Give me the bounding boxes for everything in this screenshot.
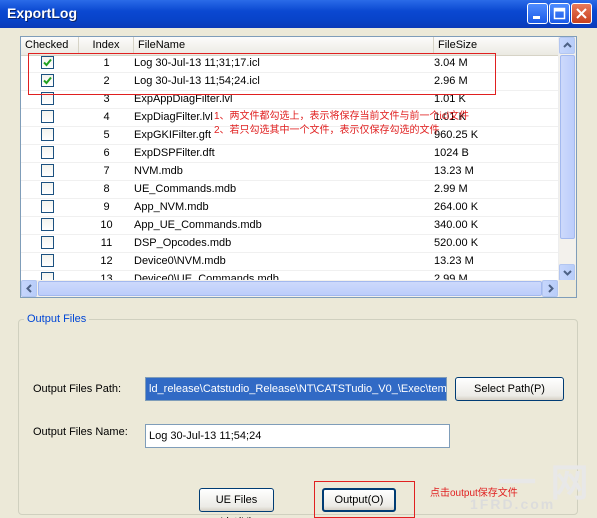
row-checkbox[interactable] [41, 236, 54, 249]
row-index: 10 [100, 219, 113, 231]
row-filename: App_NVM.mdb [134, 201, 209, 213]
col-checked[interactable]: Checked [21, 37, 79, 54]
row-filesize: 2.99 M [434, 183, 468, 195]
row-filename: Device0\NVM.mdb [134, 255, 226, 267]
horizontal-scrollbar[interactable] [21, 280, 559, 297]
chevron-up-icon [563, 42, 572, 48]
output-name-field[interactable]: Log 30-Jul-13 11;54;24 [145, 424, 450, 448]
chevron-right-icon [548, 284, 554, 293]
row-filesize: 960.25 K [434, 129, 479, 141]
scroll-corner [559, 280, 576, 297]
table-row[interactable]: 8 UE_Commands.mdb 2.99 M [21, 181, 559, 199]
minimize-button[interactable] [527, 3, 548, 24]
close-icon [576, 8, 587, 19]
scroll-left-button[interactable] [21, 280, 37, 297]
row-filesize: 264.00 K [434, 201, 479, 213]
annotation-box-output [314, 481, 415, 518]
row-filename: NVM.mdb [134, 165, 183, 177]
row-filename: App_UE_Commands.mdb [134, 219, 262, 231]
annotation-note-2: 2、若只勾选其中一个文件，表示仅保存勾选的文件 [214, 125, 440, 136]
row-checkbox[interactable] [41, 200, 54, 213]
row-checkbox[interactable] [41, 110, 54, 123]
row-index: 11 [100, 237, 113, 249]
row-checkbox[interactable] [41, 254, 54, 267]
output-name-label: Output Files Name: [33, 426, 128, 438]
output-files-title: Output Files [24, 313, 90, 325]
ue-files-list-button[interactable]: UE Files List(U) [199, 488, 274, 518]
table-row[interactable]: 12 Device0\NVM.mdb 13.23 M [21, 253, 559, 271]
row-index: 12 [100, 255, 113, 267]
select-path-button[interactable]: Select Path(P) [455, 377, 564, 401]
maximize-icon [553, 7, 566, 20]
table-row[interactable]: 6 ExpDSPFilter.dft 1024 B [21, 145, 559, 163]
row-filesize: 13.23 M [434, 165, 474, 177]
row-checkbox[interactable] [41, 128, 54, 141]
row-filename: DSP_Opcodes.mdb [134, 237, 232, 249]
row-filesize: 520.00 K [434, 237, 479, 249]
annotation-box-rows [28, 53, 496, 95]
annotation-note-1: 1、两文件都勾选上，表示将保存当前文件与前一个icl文件 [214, 111, 470, 122]
window-title: ExportLog [7, 5, 77, 21]
table-row[interactable]: 9 App_NVM.mdb 264.00 K [21, 199, 559, 217]
chevron-left-icon [26, 284, 32, 293]
row-index: 9 [103, 201, 110, 213]
row-filesize: 1024 B [434, 147, 469, 159]
row-checkbox[interactable] [41, 146, 54, 159]
row-checkbox[interactable] [41, 182, 54, 195]
scroll-up-button[interactable] [559, 37, 575, 54]
row-checkbox[interactable] [41, 164, 54, 177]
horizontal-scroll-thumb[interactable] [38, 281, 542, 296]
col-filename[interactable]: FileName [134, 37, 434, 54]
vertical-scrollbar[interactable] [558, 37, 576, 281]
chevron-down-icon [563, 270, 572, 276]
col-index[interactable]: Index [79, 37, 134, 54]
output-path-field[interactable]: ld_release\Catstudio_Release\NT\CATSTudi… [145, 377, 447, 401]
row-index: 4 [103, 111, 110, 123]
row-index: 8 [103, 183, 110, 195]
title-bar[interactable]: ExportLog [0, 0, 597, 28]
output-path-label: Output Files Path: [33, 383, 122, 395]
table-row[interactable]: 10 App_UE_Commands.mdb 340.00 K [21, 217, 559, 235]
col-filesize[interactable]: FileSize [434, 37, 559, 54]
row-filesize: 340.00 K [434, 219, 479, 231]
vertical-scroll-thumb[interactable] [560, 55, 575, 239]
row-index: 7 [103, 165, 110, 177]
maximize-button[interactable] [549, 3, 570, 24]
row-filename: ExpDSPFilter.dft [134, 147, 215, 159]
row-filesize: 13.23 M [434, 255, 474, 267]
export-log-window: ExportLog Checked Index FileName FileSiz… [0, 0, 597, 518]
scroll-right-button[interactable] [542, 280, 558, 297]
watermark-url: 1FRD.com [470, 496, 556, 512]
table-row[interactable]: 11 DSP_Opcodes.mdb 520.00 K [21, 235, 559, 253]
row-filename: UE_Commands.mdb [134, 183, 237, 195]
row-index: 6 [103, 147, 110, 159]
close-button[interactable] [571, 3, 592, 24]
table-row[interactable]: 7 NVM.mdb 13.23 M [21, 163, 559, 181]
row-checkbox[interactable] [41, 218, 54, 231]
row-index: 5 [103, 129, 110, 141]
minimize-icon [533, 16, 540, 19]
scroll-down-button[interactable] [559, 264, 575, 281]
